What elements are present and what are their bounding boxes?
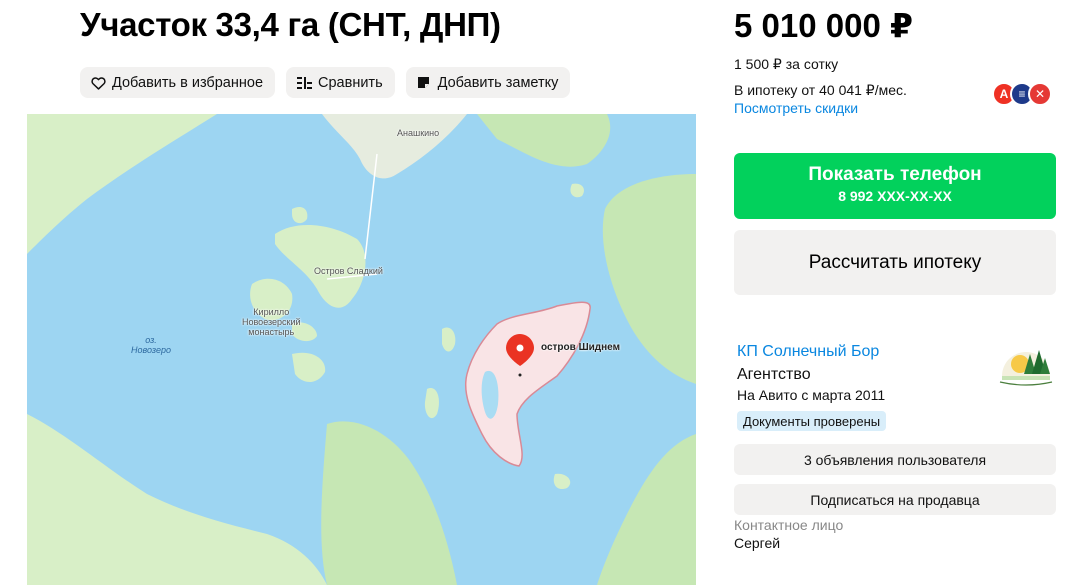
seller-since: На Авито с марта 2011: [737, 387, 886, 403]
location-map[interactable]: Анашкино Остров Сладкий Кирилло Новоезер…: [27, 114, 696, 585]
show-phone-button[interactable]: Показать телефон 8 992 XXX-XX-XX: [734, 153, 1056, 219]
phone-masked: 8 992 XXX-XX-XX: [838, 188, 952, 204]
subscribe-seller-button[interactable]: Подписаться на продавца: [734, 484, 1056, 515]
user-listings-button[interactable]: 3 объявления пользователя: [734, 444, 1056, 475]
map-label-island-sladkiy: Остров Сладкий: [314, 266, 383, 276]
show-phone-label: Показать телефон: [808, 164, 982, 185]
add-to-favorites-button[interactable]: Добавить в избранное: [80, 67, 276, 98]
price-per-sotka: 1 500 ₽ за сотку: [734, 56, 839, 72]
contact-person-name: Сергей: [734, 535, 781, 551]
add-note-button[interactable]: Добавить заметку: [405, 67, 571, 98]
map-label-village: Анашкино: [397, 128, 440, 138]
compare-button[interactable]: Сравнить: [286, 67, 395, 98]
seller-type: Агентство: [737, 366, 811, 383]
documents-verified-badge: Документы проверены: [737, 411, 887, 431]
map-label-lake: оз. Новозеро: [131, 335, 172, 355]
bank-logos[interactable]: А ≡ ✕: [992, 82, 1052, 106]
calc-mortgage-button[interactable]: Рассчитать ипотеку: [734, 230, 1056, 295]
listing-title: Участок 33,4 га (СНТ, ДНП): [80, 6, 501, 43]
add-to-favorites-label: Добавить в избранное: [112, 74, 264, 91]
bank-red-icon: ✕: [1028, 82, 1052, 106]
map-label-island-shidnem: остров Шиднем: [541, 342, 620, 353]
note-icon: [416, 75, 432, 91]
compare-label: Сравнить: [318, 74, 383, 91]
seller-name-link[interactable]: КП Солнечный Бор: [737, 343, 879, 361]
listing-price: 5 010 000 ₽: [734, 7, 913, 44]
heart-icon: [90, 75, 106, 91]
compare-icon: [296, 75, 312, 91]
listing-actions: Добавить в избранное Сравнить Добавить з…: [80, 67, 571, 98]
contact-person-label: Контактное лицо: [734, 517, 844, 533]
mortgage-from: В ипотеку от 40 041 ₽/мес.: [734, 82, 907, 98]
seller-logo[interactable]: [996, 340, 1056, 396]
discounts-link[interactable]: Посмотреть скидки: [734, 100, 858, 116]
map-label-monastery: Кирилло Новоезерский монастырь: [242, 307, 301, 337]
add-note-label: Добавить заметку: [437, 74, 559, 91]
